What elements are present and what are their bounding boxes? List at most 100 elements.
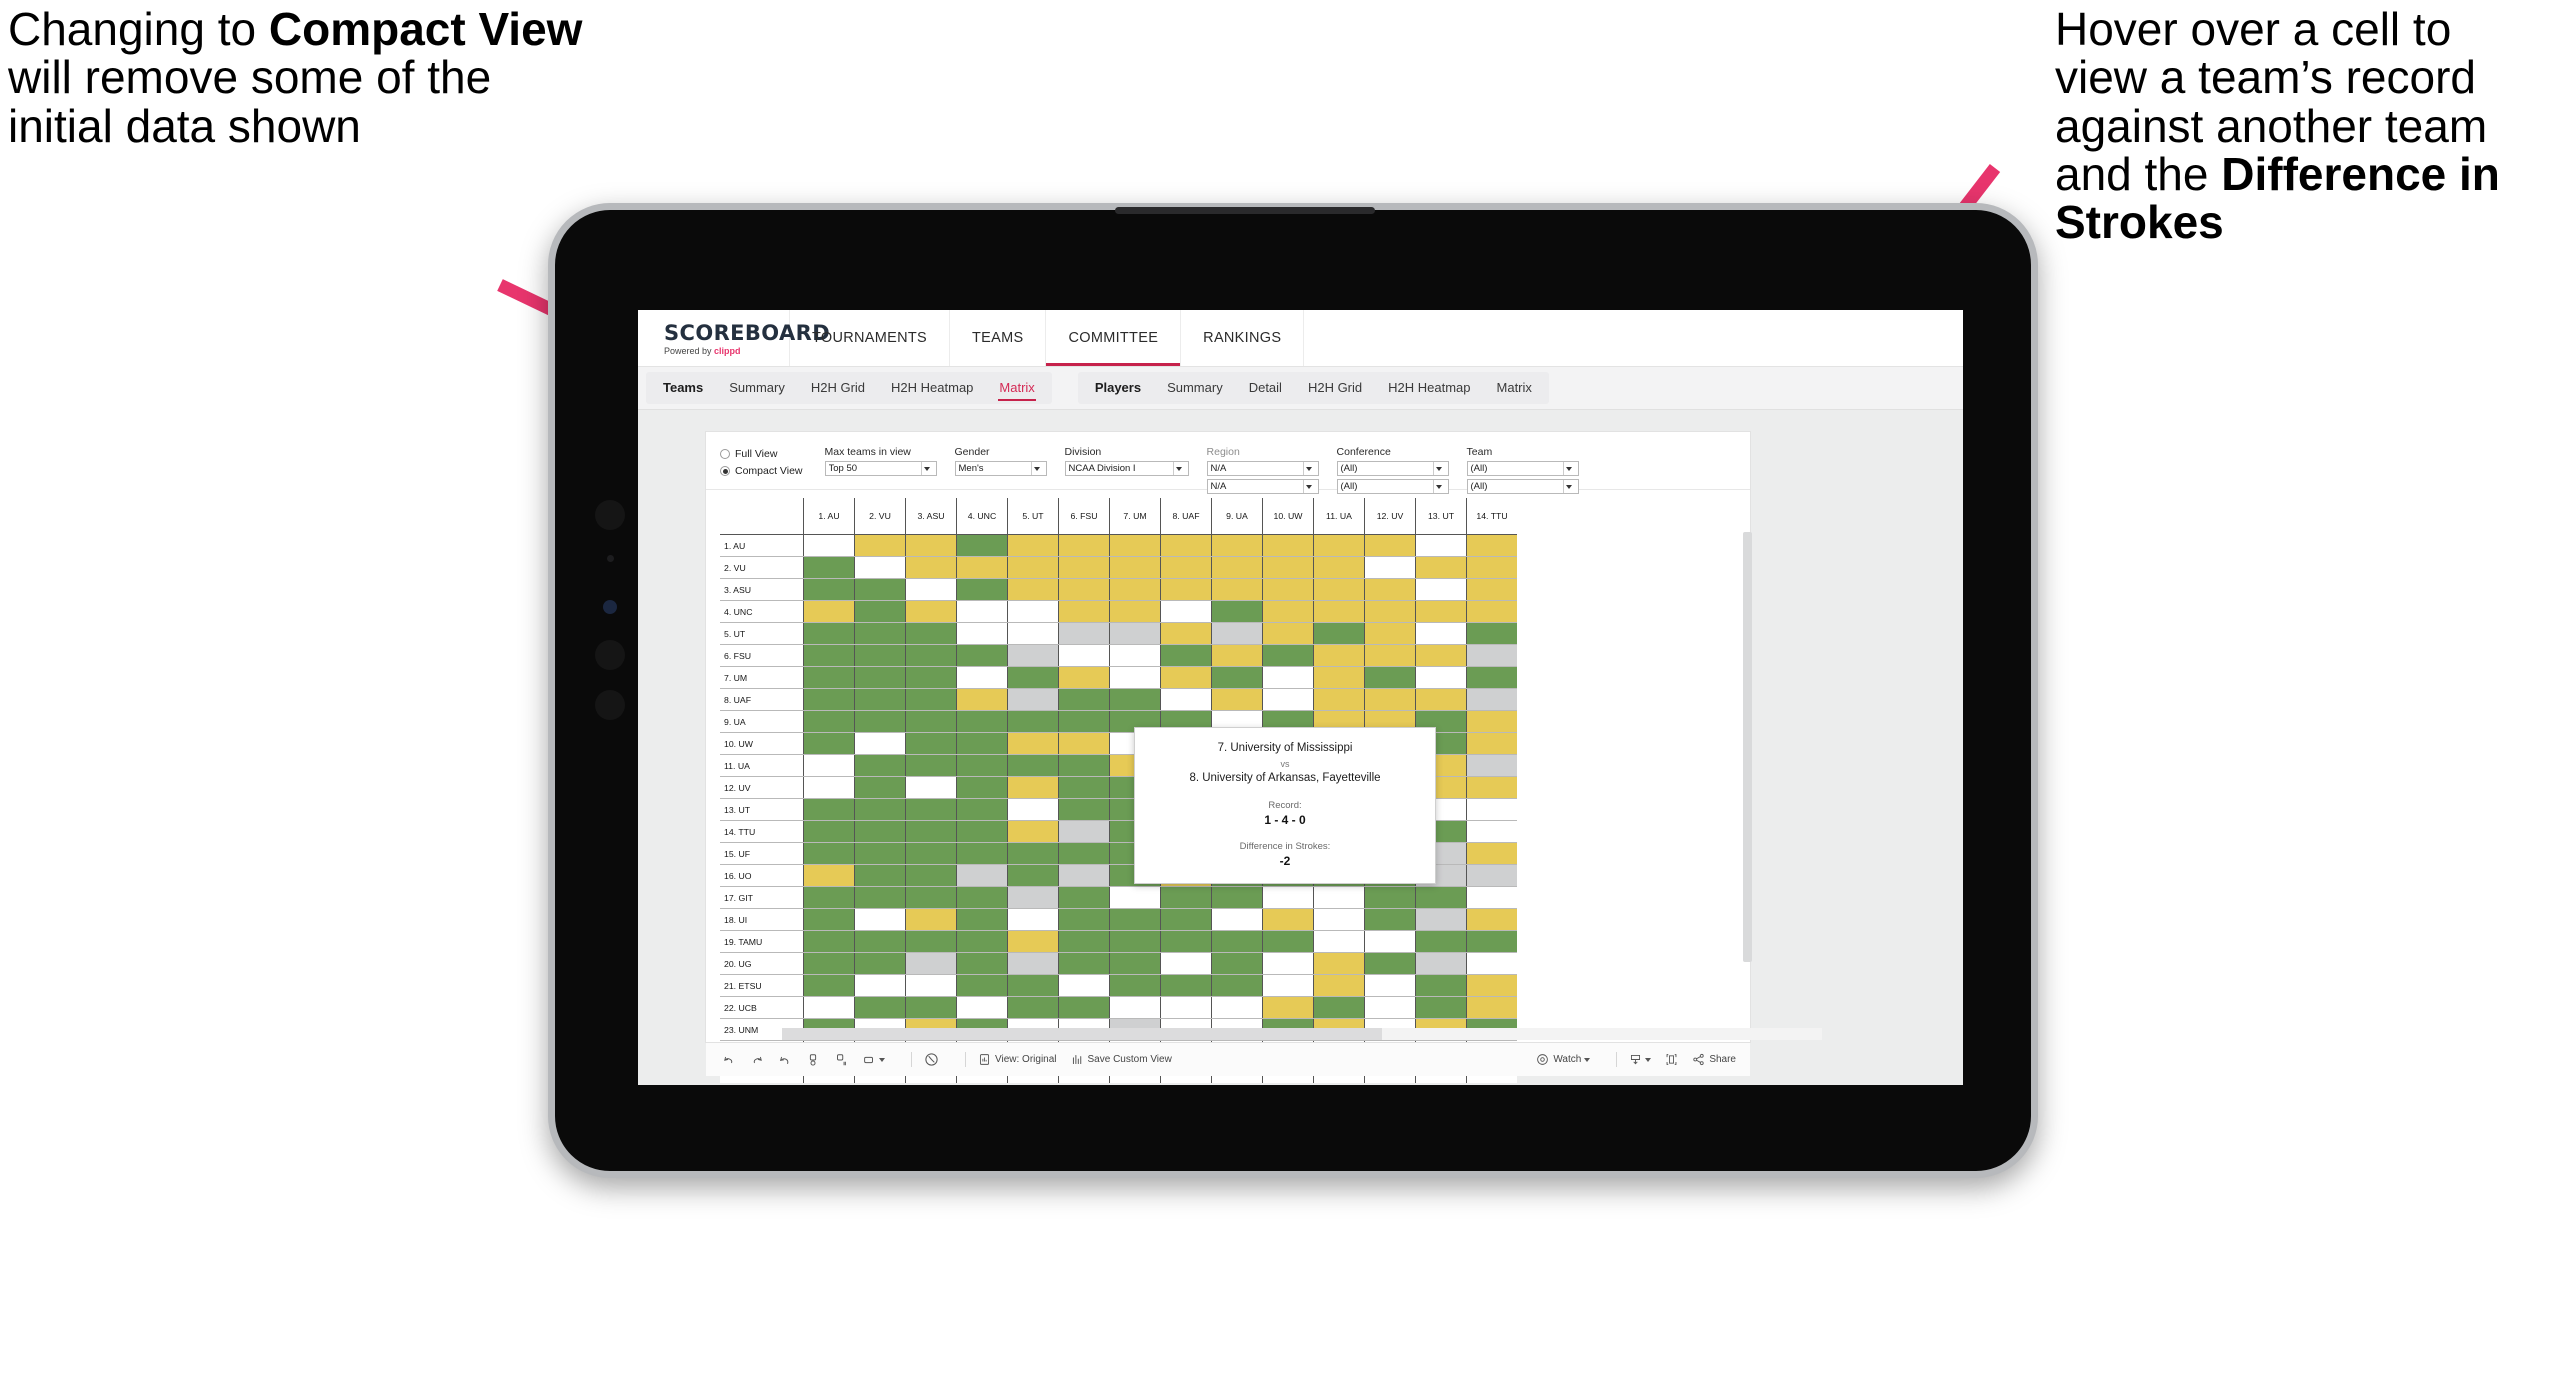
save-custom-view-button[interactable]: Save Custom View	[1071, 1053, 1172, 1066]
scrollbar-thumb[interactable]	[782, 1028, 1382, 1040]
matrix-cell[interactable]	[1415, 622, 1467, 645]
matrix-cell[interactable]	[1415, 578, 1467, 601]
matrix-row-header[interactable]: 10. UW	[720, 732, 804, 755]
topnav-item-teams[interactable]: TEAMS	[950, 310, 1047, 366]
matrix-row-header[interactable]: 8. UAF	[720, 688, 804, 711]
redo-button[interactable]	[750, 1053, 764, 1067]
matrix-col-header[interactable]: 14. TTU	[1466, 498, 1517, 535]
view-mode-radio-group[interactable]: Full View Compact View	[720, 446, 803, 477]
subnav-item-teams[interactable]: Teams	[650, 372, 716, 404]
matrix-cell[interactable]	[854, 666, 906, 689]
matrix-cell[interactable]	[1007, 688, 1059, 711]
topnav-item-tournaments[interactable]: TOURNAMENTS	[790, 310, 951, 366]
matrix-cell[interactable]	[1211, 688, 1263, 711]
matrix-cell[interactable]	[1415, 644, 1467, 667]
matrix-cell[interactable]	[803, 688, 855, 711]
matrix-cell[interactable]	[905, 732, 957, 755]
device-preview-icon[interactable]	[924, 1052, 939, 1067]
matrix-cell[interactable]	[1007, 644, 1059, 667]
matrix-row-header[interactable]: 19. TAMU	[720, 930, 804, 953]
matrix-cell[interactable]	[1262, 930, 1314, 953]
matrix-cell[interactable]	[1313, 578, 1365, 601]
matrix-cell[interactable]	[1262, 886, 1314, 909]
matrix-cell[interactable]	[1058, 908, 1110, 931]
matrix-cell[interactable]	[854, 886, 906, 909]
matrix-cell[interactable]	[1313, 688, 1365, 711]
matrix-cell[interactable]	[1211, 666, 1263, 689]
undo-button[interactable]	[722, 1053, 736, 1067]
subnav-item-players-summary[interactable]: Summary	[1154, 372, 1236, 404]
matrix-cell[interactable]	[1007, 622, 1059, 645]
matrix-cell[interactable]	[905, 930, 957, 953]
matrix-cell[interactable]	[1313, 644, 1365, 667]
matrix-cell[interactable]	[1007, 820, 1059, 843]
matrix-cell[interactable]	[1160, 534, 1212, 557]
matrix-cell[interactable]	[803, 534, 855, 557]
matrix-cell[interactable]	[1466, 666, 1517, 689]
matrix-cell[interactable]	[1058, 556, 1110, 579]
matrix-cell[interactable]	[1466, 732, 1517, 755]
matrix-cell[interactable]	[1058, 644, 1110, 667]
matrix-cell[interactable]	[803, 556, 855, 579]
matrix-cell[interactable]	[1313, 952, 1365, 975]
matrix-cell[interactable]	[854, 908, 906, 931]
matrix-cell[interactable]	[803, 974, 855, 997]
watch-button[interactable]: Watch	[1536, 1053, 1591, 1066]
matrix-col-header[interactable]: 9. UA	[1211, 498, 1263, 535]
matrix-cell[interactable]	[854, 732, 906, 755]
matrix-cell[interactable]	[1211, 886, 1263, 909]
matrix-cell[interactable]	[1007, 776, 1059, 799]
matrix-cell[interactable]	[1007, 930, 1059, 953]
matrix-cell[interactable]	[956, 732, 1008, 755]
matrix-cell[interactable]	[1160, 578, 1212, 601]
matrix-cell[interactable]	[1058, 732, 1110, 755]
matrix-cell[interactable]	[1109, 952, 1161, 975]
matrix-cell[interactable]	[1415, 952, 1467, 975]
matrix-cell[interactable]	[956, 644, 1008, 667]
matrix-cell[interactable]	[1007, 886, 1059, 909]
matrix-cell[interactable]	[803, 996, 855, 1019]
matrix-cell[interactable]	[1364, 644, 1416, 667]
matrix-cell[interactable]	[1262, 666, 1314, 689]
matrix-cell[interactable]	[1109, 974, 1161, 997]
matrix-cell[interactable]	[1313, 908, 1365, 931]
matrix-row-header[interactable]: 12. UV	[720, 776, 804, 799]
matrix-row-header[interactable]: 1. AU	[720, 534, 804, 557]
matrix-cell[interactable]	[905, 820, 957, 843]
matrix-cell[interactable]	[1109, 644, 1161, 667]
matrix-cell[interactable]	[956, 534, 1008, 557]
matrix-cell[interactable]	[905, 864, 957, 887]
matrix-row-header[interactable]: 17. GIT	[720, 886, 804, 909]
matrix-col-header[interactable]: 6. FSU	[1058, 498, 1110, 535]
matrix-cell[interactable]	[803, 754, 855, 777]
matrix-cell[interactable]	[1160, 600, 1212, 623]
matrix-cell[interactable]	[854, 710, 906, 733]
matrix-col-header[interactable]: 4. UNC	[956, 498, 1008, 535]
matrix-col-header[interactable]: 11. UA	[1313, 498, 1365, 535]
matrix-cell[interactable]	[1415, 974, 1467, 997]
matrix-row-header[interactable]: 11. UA	[720, 754, 804, 777]
matrix-cell[interactable]	[1313, 600, 1365, 623]
matrix-cell[interactable]	[1262, 600, 1314, 623]
matrix-cell[interactable]	[1058, 754, 1110, 777]
matrix-cell[interactable]	[1466, 996, 1517, 1019]
matrix-cell[interactable]	[1160, 886, 1212, 909]
matrix-cell[interactable]	[956, 886, 1008, 909]
matrix-cell[interactable]	[956, 996, 1008, 1019]
matrix-row-header[interactable]: 15. UF	[720, 842, 804, 865]
filter-region-select-1[interactable]: N/A	[1206, 461, 1319, 476]
matrix-cell[interactable]	[1466, 556, 1517, 579]
matrix-cell[interactable]	[1211, 622, 1263, 645]
matrix-row-header[interactable]: 20. UG	[720, 952, 804, 975]
matrix-cell[interactable]	[1109, 534, 1161, 557]
matrix-cell[interactable]	[905, 798, 957, 821]
matrix-cell[interactable]	[1211, 578, 1263, 601]
matrix-cell[interactable]	[956, 688, 1008, 711]
matrix-cell[interactable]	[803, 710, 855, 733]
matrix-cell[interactable]	[1058, 578, 1110, 601]
matrix-cell[interactable]	[803, 644, 855, 667]
new-worksheet-icon[interactable]	[862, 1053, 885, 1067]
matrix-cell[interactable]	[1262, 688, 1314, 711]
matrix-row-header[interactable]: 16. UO	[720, 864, 804, 887]
matrix-cell[interactable]	[854, 952, 906, 975]
